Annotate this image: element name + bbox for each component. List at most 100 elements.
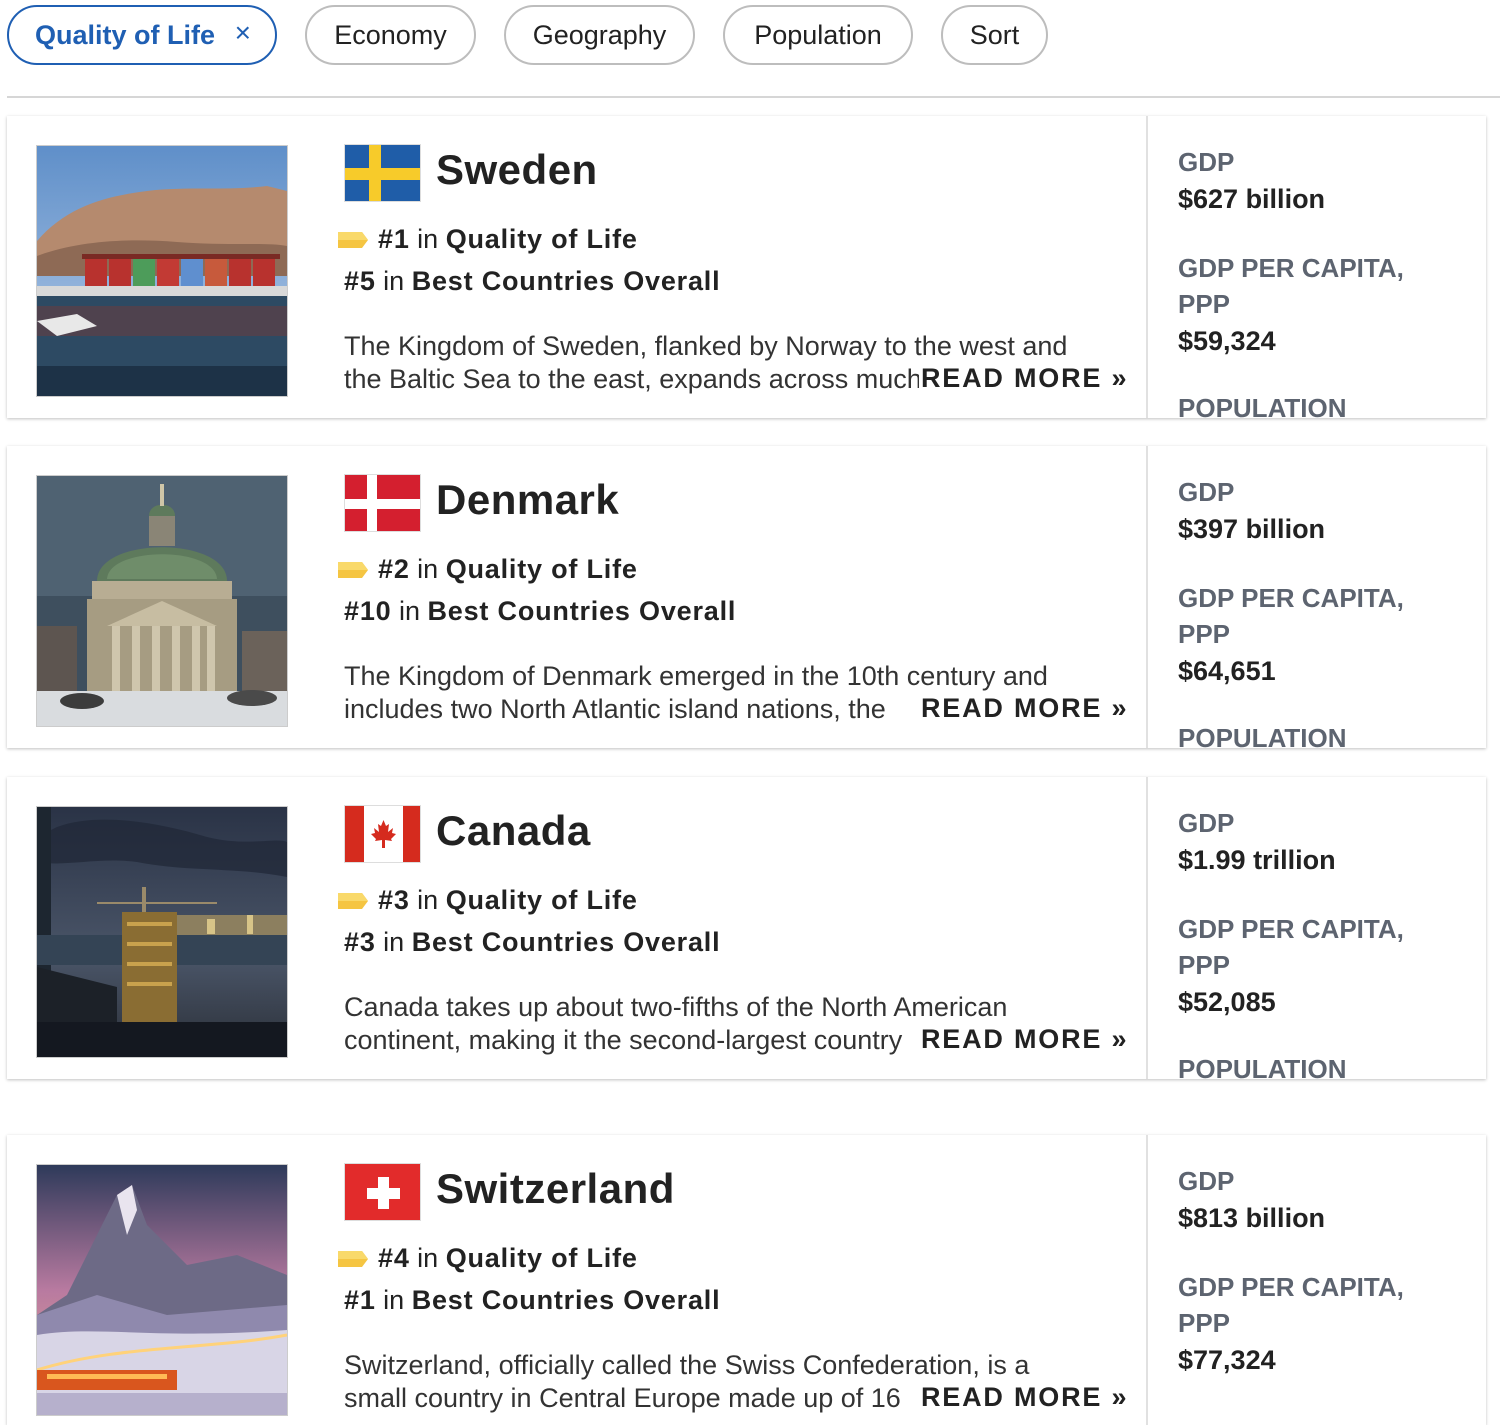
country-photo[interactable] <box>36 475 288 727</box>
sort-button-label: Sort <box>969 19 1020 50</box>
description-line: The Kingdom of Denmark emerged in the 10… <box>344 661 1048 691</box>
rank-quality-of-life[interactable]: #2 in Quality of Life <box>338 554 638 585</box>
gdp-label: GDP <box>1178 1166 1235 1196</box>
population-label: POPULATION <box>1178 393 1347 418</box>
rank-number: #4 <box>378 1243 410 1273</box>
tag-icon <box>338 1250 368 1267</box>
tag-icon <box>338 561 368 578</box>
rank-overall[interactable]: #5 in Best Countries Overall <box>344 266 720 297</box>
flag-switzerland <box>344 1163 421 1221</box>
rank-number: #3 <box>378 885 410 915</box>
population-label: POPULATION <box>1178 723 1347 748</box>
rank-overall[interactable]: #1 in Best Countries Overall <box>344 1285 720 1316</box>
rank-in: in <box>383 266 405 296</box>
filter-chip-quality-of-life[interactable]: Quality of Life × <box>7 5 277 65</box>
filter-chip-population[interactable]: Population <box>723 5 913 65</box>
country-card-switzerland[interactable]: Switzerland #4 in Quality of Life #1 in … <box>7 1135 1486 1425</box>
rank-quality-of-life[interactable]: #1 in Quality of Life <box>338 224 638 255</box>
population-label: POPULATION <box>1178 1054 1347 1079</box>
country-card-denmark[interactable]: Denmark #2 in Quality of Life #10 in Bes… <box>7 446 1486 748</box>
rank-category: Best Countries Overall <box>411 1285 721 1315</box>
rank-category: Best Countries Overall <box>411 266 721 296</box>
divider <box>7 96 1500 98</box>
rank-overall[interactable]: #10 in Best Countries Overall <box>344 596 736 627</box>
country-stats: GDP $813 billion GDP PER CAPITA, PPP $77… <box>1146 1135 1486 1425</box>
rank-number: #3 <box>344 927 376 957</box>
country-name[interactable]: Sweden <box>436 146 598 194</box>
rank-quality-of-life[interactable]: #4 in Quality of Life <box>338 1243 638 1274</box>
gdp-per-capita-label: GDP PER CAPITA, PPP <box>1178 253 1404 319</box>
gdp-value: $813 billion <box>1178 1203 1326 1233</box>
gdp-per-capita-label: GDP PER CAPITA, PPP <box>1178 583 1404 649</box>
rank-number: #1 <box>378 224 410 254</box>
rank-number: #10 <box>344 596 392 626</box>
gdp-per-capita-label: GDP PER CAPITA, PPP <box>1178 914 1404 980</box>
country-photo[interactable] <box>36 145 288 397</box>
filter-chip-label: Quality of Life <box>35 19 216 50</box>
rank-in: in <box>417 554 439 584</box>
rank-in: in <box>417 1243 439 1273</box>
filter-chip-geography[interactable]: Geography <box>504 5 695 65</box>
country-name[interactable]: Denmark <box>436 476 619 524</box>
filter-chip-economy[interactable]: Economy <box>305 5 476 65</box>
country-name[interactable]: Switzerland <box>436 1165 675 1213</box>
gdp-per-capita-value: $59,324 <box>1178 326 1276 356</box>
gdp-per-capita-value: $52,085 <box>1178 987 1276 1017</box>
country-photo[interactable] <box>36 1164 288 1416</box>
flag-sweden <box>344 144 421 202</box>
rank-in: in <box>383 927 405 957</box>
gdp-value: $397 billion <box>1178 514 1326 544</box>
rank-category: Best Countries Overall <box>427 596 737 626</box>
rank-number: #1 <box>344 1285 376 1315</box>
description-line: includes two North Atlantic island natio… <box>344 694 886 724</box>
country-stats: GDP $627 billion GDP PER CAPITA, PPP $59… <box>1146 116 1486 418</box>
gdp-per-capita-value: $77,324 <box>1178 1345 1276 1375</box>
rank-overall[interactable]: #3 in Best Countries Overall <box>344 927 720 958</box>
gdp-label: GDP <box>1178 808 1235 838</box>
gdp-per-capita-label: GDP PER CAPITA, PPP <box>1178 1272 1404 1338</box>
description-line: Switzerland, officially called the Swiss… <box>344 1350 1030 1380</box>
rank-number: #5 <box>344 266 376 296</box>
rank-number: #2 <box>378 554 410 584</box>
description-line: The Kingdom of Sweden, flanked by Norway… <box>344 331 1068 361</box>
country-card-sweden[interactable]: Sweden #1 in Quality of Life #5 in Best … <box>7 116 1486 418</box>
read-more-link[interactable]: READ MORE » <box>919 693 1129 724</box>
country-card-canada[interactable]: Canada #3 in Quality of Life #3 in Best … <box>7 777 1486 1079</box>
tag-icon <box>338 231 368 248</box>
sort-button[interactable]: Sort <box>941 5 1048 65</box>
read-more-link[interactable]: READ MORE » <box>919 1382 1129 1413</box>
gdp-value: $1.99 trillion <box>1178 845 1336 875</box>
country-photo[interactable] <box>36 806 288 1058</box>
read-more-link[interactable]: READ MORE » <box>919 1024 1129 1055</box>
rank-quality-of-life[interactable]: #3 in Quality of Life <box>338 885 638 916</box>
close-icon[interactable]: × <box>235 17 251 49</box>
gdp-value: $627 billion <box>1178 184 1326 214</box>
filter-chip-label: Geography <box>532 19 667 50</box>
filter-chip-label: Economy <box>334 19 447 50</box>
flag-denmark <box>344 474 421 532</box>
rank-in: in <box>383 1285 405 1315</box>
rank-category: Quality of Life <box>445 554 638 584</box>
description-line: Canada takes up about two-fifths of the … <box>344 992 1008 1022</box>
filter-chip-label: Population <box>754 19 882 50</box>
description-line: small country in Central Europe made up … <box>344 1383 901 1413</box>
filter-bar: Quality of Life × Economy Geography Popu… <box>0 0 1500 97</box>
description-line: the Baltic Sea to the east, expands acro… <box>344 364 919 394</box>
rank-in: in <box>417 224 439 254</box>
rank-category: Quality of Life <box>445 224 638 254</box>
read-more-link[interactable]: READ MORE » <box>919 363 1129 394</box>
description-line: continent, making it the second-largest … <box>344 1025 903 1055</box>
country-stats: GDP $1.99 trillion GDP PER CAPITA, PPP $… <box>1146 777 1486 1079</box>
tag-icon <box>338 892 368 909</box>
gdp-label: GDP <box>1178 477 1235 507</box>
rank-category: Quality of Life <box>445 1243 638 1273</box>
gdp-per-capita-value: $64,651 <box>1178 656 1276 686</box>
rank-category: Quality of Life <box>445 885 638 915</box>
rank-in: in <box>398 596 420 626</box>
country-stats: GDP $397 billion GDP PER CAPITA, PPP $64… <box>1146 446 1486 748</box>
gdp-label: GDP <box>1178 147 1235 177</box>
flag-canada <box>344 805 421 863</box>
country-name[interactable]: Canada <box>436 807 591 855</box>
rank-in: in <box>417 885 439 915</box>
rank-category: Best Countries Overall <box>411 927 721 957</box>
